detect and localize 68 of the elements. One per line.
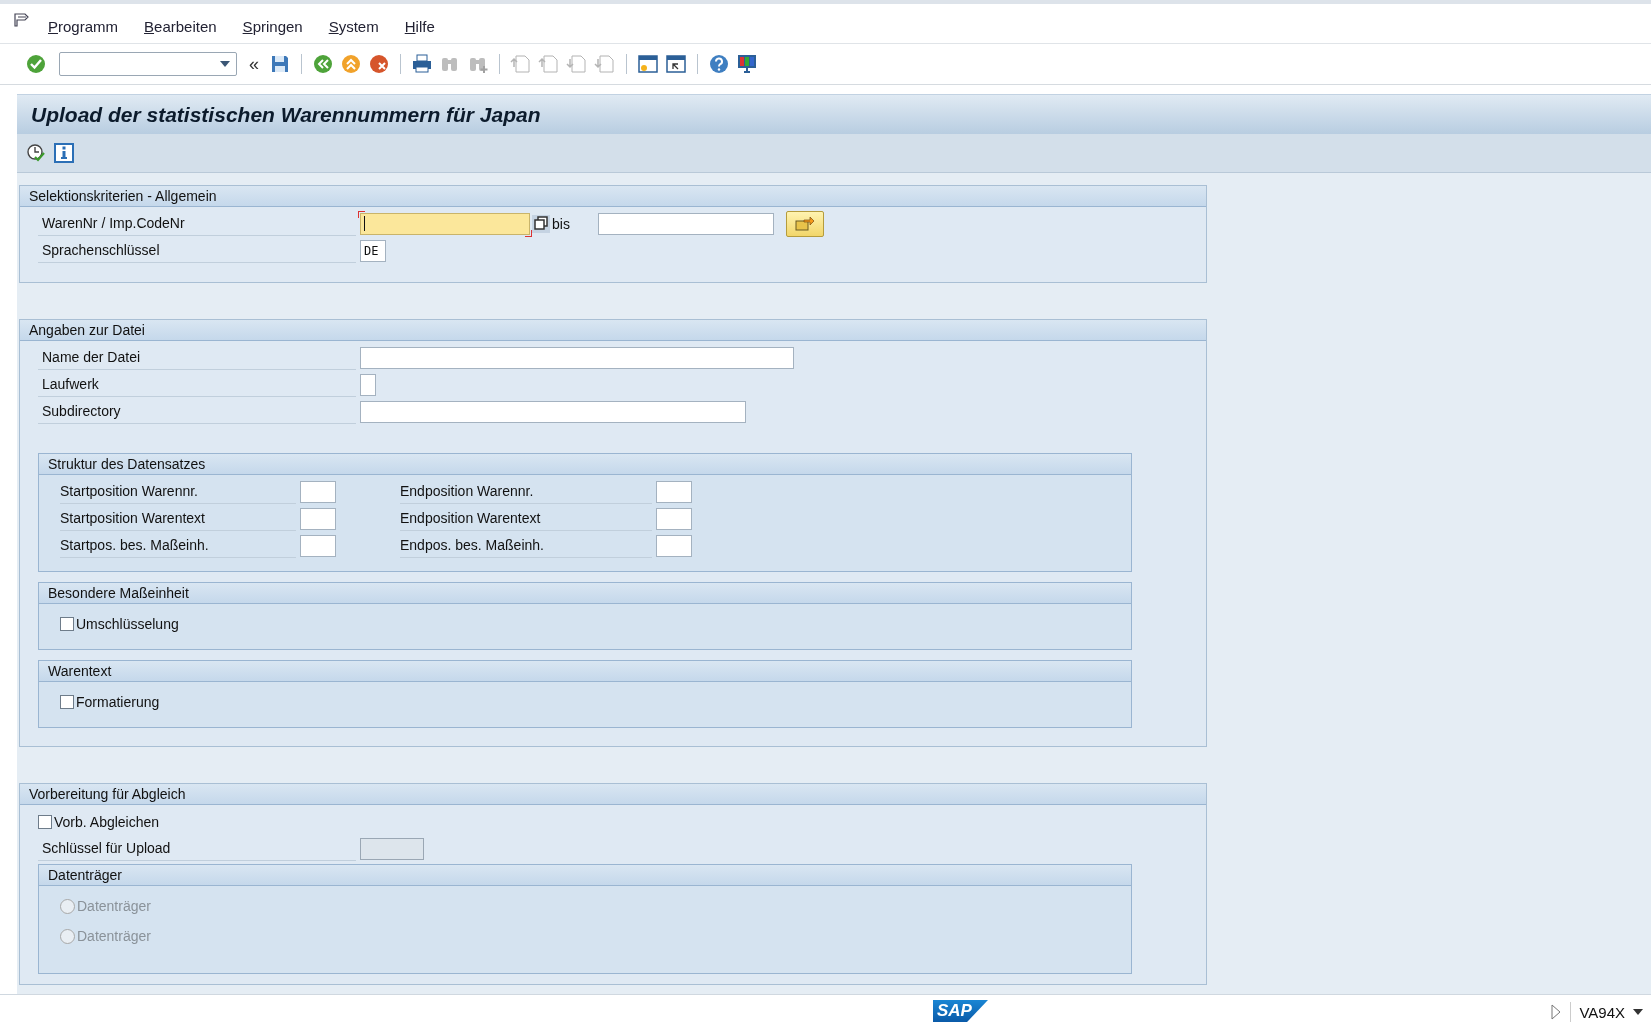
input-field[interactable] (656, 534, 692, 557)
radio-label: Datenträger (77, 928, 151, 944)
menu-item[interactable]: Hilfe (404, 12, 435, 35)
field-label: Subdirectory (38, 399, 356, 424)
play-icon[interactable] (1550, 1004, 1563, 1020)
monitor-icon[interactable] (736, 53, 758, 75)
field-label: Endpos. bes. Maßeinh. (400, 533, 652, 558)
section-header: Selektionskriterien - Allgemein (20, 186, 1206, 207)
checkbox[interactable] (60, 695, 74, 709)
multiple-selection-icon[interactable] (532, 214, 550, 233)
menu-item[interactable]: Programm (48, 12, 119, 35)
section-header: Angaben zur Datei (20, 320, 1206, 341)
command-field[interactable] (59, 52, 237, 76)
field-label: Name der Datei (38, 345, 356, 370)
shortcut-icon[interactable] (665, 53, 687, 75)
field-label: Laufwerk (38, 372, 356, 397)
input-field[interactable] (360, 373, 376, 396)
input-field[interactable] (300, 507, 336, 530)
print-icon[interactable] (411, 53, 433, 75)
input-field[interactable] (656, 507, 692, 530)
help-icon[interactable] (708, 53, 730, 75)
cancel-icon[interactable] (368, 53, 390, 75)
logo: SAP (933, 1000, 988, 1022)
info-icon[interactable] (54, 143, 74, 163)
execute-icon[interactable] (26, 143, 46, 163)
input-field[interactable] (656, 480, 692, 503)
check-icon[interactable] (25, 53, 47, 75)
input-field[interactable] (300, 480, 336, 503)
field-label: Sprachenschlüssel (38, 238, 356, 263)
save-icon[interactable] (269, 53, 291, 75)
group-header: Warentext (39, 661, 1131, 682)
arrow-folder-icon (794, 215, 815, 232)
transaction-code[interactable]: VA94X (1579, 1003, 1625, 1021)
checkbox-label: Formatierung (76, 694, 160, 710)
field-label: Endposition Warennr. (400, 479, 652, 504)
menu-item[interactable]: System (328, 12, 379, 35)
section-header: Vorbereitung für Abgleich (20, 784, 1206, 805)
field-label: Startpos. bes. Maßeinh. (60, 533, 296, 558)
checkbox-label: Vorb. Abgleichen (54, 813, 160, 830)
menu-item[interactable]: Bearbeiten (144, 12, 217, 35)
screen-title: Upload der statistischen Warennummern für Japan (31, 102, 541, 127)
caret-icon (220, 61, 230, 67)
back-icon[interactable] (312, 53, 334, 75)
radio-label: Datenträger (77, 898, 151, 914)
input-field[interactable] (360, 400, 746, 423)
exit-icon[interactable] (340, 53, 362, 75)
field-label: WarenNr / Imp.CodeNr (38, 211, 356, 236)
field-label: Startposition Warennr. (60, 479, 296, 504)
checkbox-label: Umschlüsselung (76, 616, 179, 632)
field-label: Endposition Warentext (400, 506, 652, 531)
field-label: Schlüssel für Upload (38, 836, 356, 861)
input-field[interactable] (597, 212, 774, 235)
checkbox[interactable] (38, 814, 52, 829)
group-header: Datenträger (39, 865, 1131, 886)
input-field[interactable]: DE (360, 239, 386, 262)
field-label: bis (552, 215, 570, 232)
input-field[interactable] (360, 212, 530, 235)
input-field[interactable] (300, 534, 336, 557)
checkbox[interactable] (60, 617, 74, 631)
new-window-icon[interactable] (637, 53, 659, 75)
group-header: Besondere Maßeinheit (39, 583, 1131, 604)
menu-item[interactable]: Springen (242, 12, 303, 35)
selection-options-button[interactable] (785, 210, 824, 237)
caret-icon[interactable] (1633, 1009, 1643, 1015)
group-header: Struktur des Datensatzes (39, 454, 1131, 475)
field-label: Startposition Warentext (60, 506, 296, 531)
input-field[interactable] (360, 346, 794, 369)
collapse-button[interactable]: « (249, 53, 259, 75)
